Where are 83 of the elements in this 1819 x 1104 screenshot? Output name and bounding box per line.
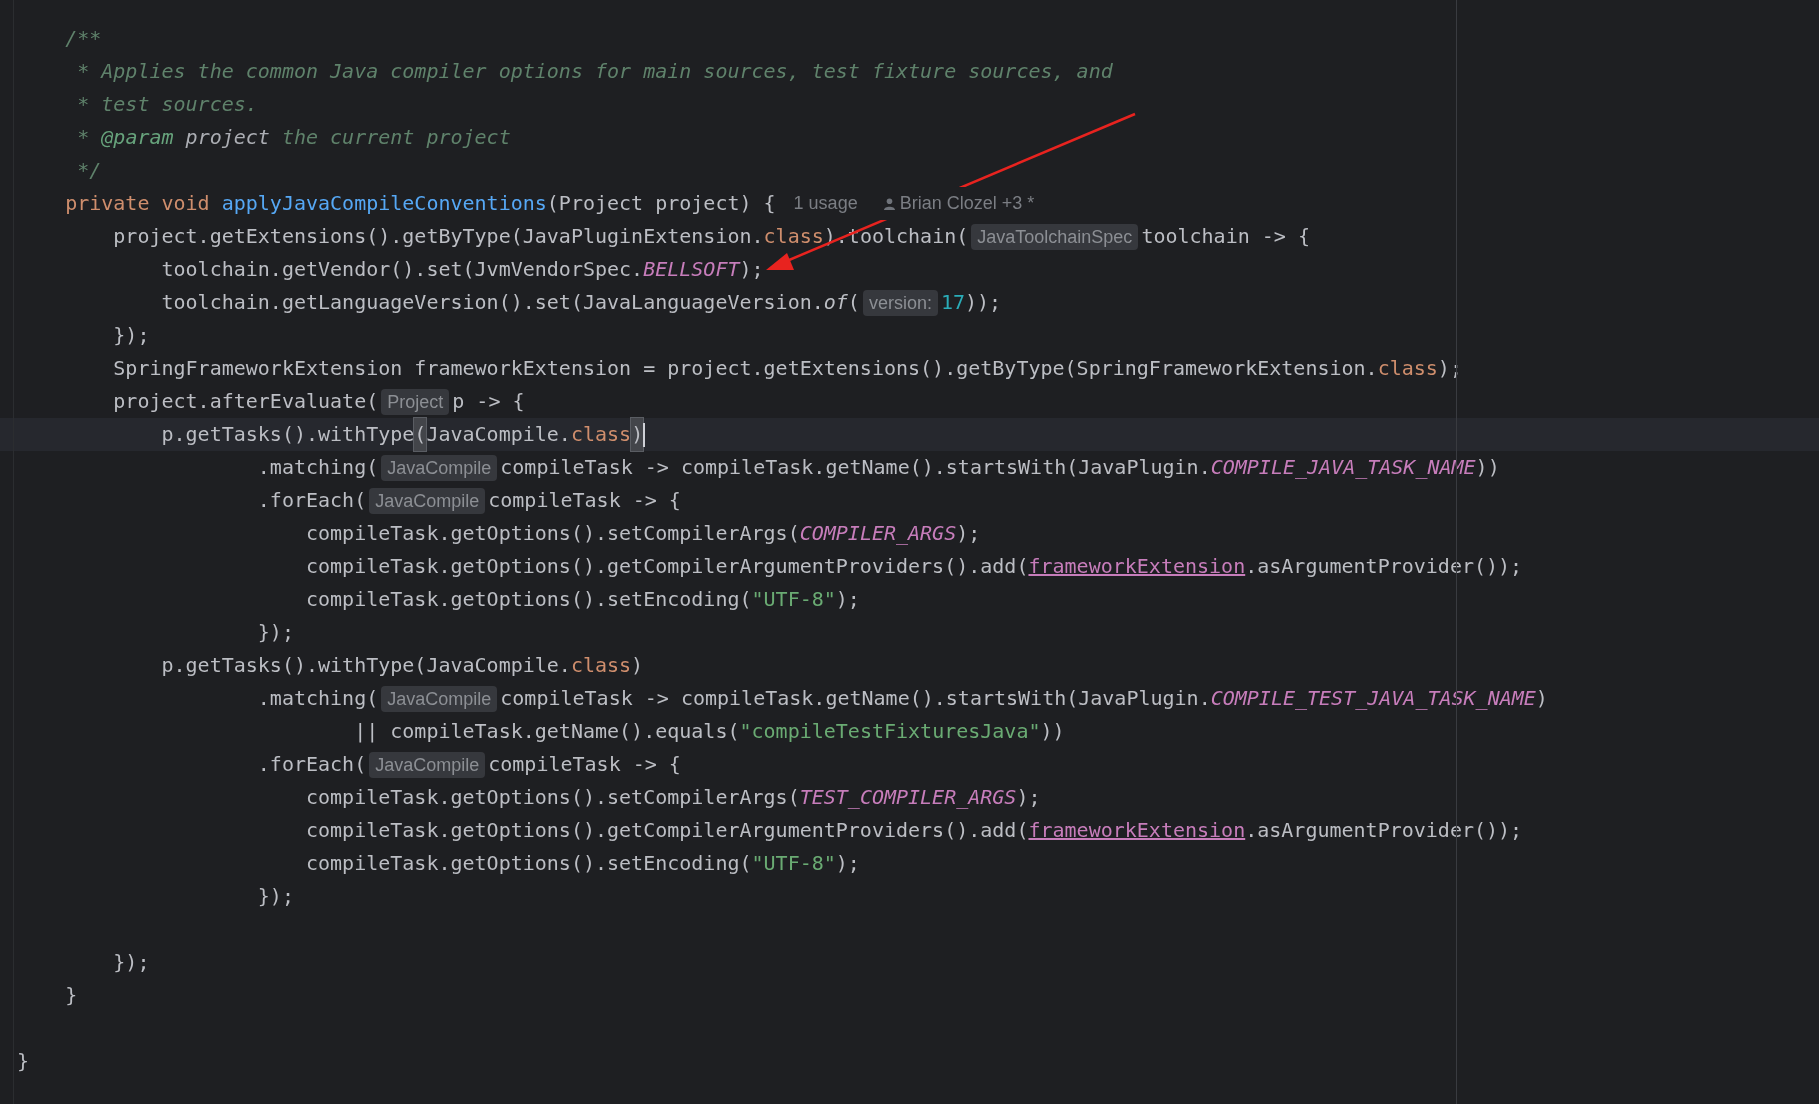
code-text: p.getTasks().withType(JavaCompile. (160, 652, 571, 679)
code-keyword: class (1377, 355, 1438, 382)
doc-comment: * test sources. (76, 91, 258, 118)
number-literal: 17 (940, 289, 965, 316)
code-text: .matching( (256, 685, 379, 712)
field-reference[interactable]: frameworkExtension (1028, 814, 1246, 847)
matched-bracket: ( (414, 418, 427, 451)
code-text: .asArgumentProvider()); (1245, 817, 1523, 844)
code-text: toolchain -> { (1141, 223, 1310, 250)
parameter-hint: JavaCompile (369, 487, 486, 514)
code-text: }); (112, 322, 150, 349)
code-text: || compileTask.getName().equals( (353, 718, 740, 745)
string-literal: "UTF-8" (751, 850, 836, 877)
constant-name: TEST_COMPILER_ARGS (799, 784, 1017, 811)
code-keyword: class (570, 652, 632, 679)
code-text: ( (847, 289, 860, 316)
code-editor[interactable] (0, 0, 1819, 1104)
code-text: compileTask -> compileTask.getName().startsWith(JavaPlugin. (500, 685, 1211, 712)
usage-hint[interactable]: 1 usage (793, 187, 858, 220)
code-text: .matching( (256, 454, 379, 481)
string-literal: "UTF-8" (751, 586, 836, 613)
constant-name: COMPILER_ARGS (799, 520, 957, 547)
code-text: compileTask.getOptions().getCompilerArgumentProviders().add( (305, 553, 1029, 580)
code-text: }); (112, 949, 150, 976)
parameter-hint: Project (381, 388, 450, 415)
code-text: }); (256, 883, 294, 910)
code-text: } (17, 1048, 30, 1075)
code-text: ); (956, 520, 981, 547)
parameter-hint: JavaToolchainSpec (971, 223, 1139, 250)
doc-comment: the current project (280, 124, 511, 151)
constant-name: COMPILE_TEST_JAVA_TASK_NAME (1210, 685, 1536, 712)
code-text: )); (965, 289, 1002, 316)
code-text: ); (835, 850, 860, 877)
code-text: .asArgumentProvider()); (1245, 553, 1523, 580)
code-text: project.getExtensions().getByType(JavaPluginExtension. (112, 223, 764, 250)
code-text: p.getTasks().withType (160, 421, 415, 448)
code-text: JavaCompile. (426, 421, 571, 448)
doc-comment: * Applies the common Java compiler options for main sources, test fixture sources, and (76, 58, 1113, 85)
doc-param-name: project (184, 124, 270, 151)
code-text: toolchain.getVendor().set(JvmVendorSpec. (160, 256, 644, 283)
doc-comment: */ (76, 157, 102, 184)
code-text: compileTask -> { (488, 751, 681, 778)
constant-name: COMPILE_JAVA_TASK_NAME (1210, 454, 1476, 481)
method-name: applyJavaCompileConventions (221, 190, 547, 217)
code-text: toolchain.getLanguageVersion().set(JavaLanguageVersion. (160, 289, 824, 316)
text-caret (643, 422, 646, 447)
code-text: compileTask -> { (488, 487, 681, 514)
constant-name: BELLSOFT (643, 256, 740, 283)
string-literal: "compileTestFixturesJava" (739, 718, 1041, 745)
doc-comment: * (76, 124, 91, 151)
code-text: )) (1040, 718, 1065, 745)
static-method: of (823, 289, 848, 316)
code-text: project.afterEvaluate( (112, 388, 379, 415)
parameter-hint: JavaCompile (369, 751, 486, 778)
person-icon (883, 197, 895, 210)
code-text: (Project project) { (546, 190, 776, 217)
code-text: compileTask.getOptions().setEncoding( (305, 586, 752, 613)
code-keyword: class (763, 223, 824, 250)
field-reference[interactable]: frameworkExtension (1028, 550, 1246, 583)
parameter-hint: version: (862, 289, 938, 316)
code-text: ) (631, 652, 644, 679)
code-text: .forEach( (256, 751, 367, 778)
code-text: ); (835, 586, 860, 613)
code-text: SpringFrameworkExtension frameworkExtension = project.getExtensions().getByType(SpringFrameworkExtension. (112, 355, 1378, 382)
matched-bracket: ) (631, 418, 644, 451)
code-text: compileTask -> compileTask.getName().startsWith(JavaPlugin. (500, 454, 1211, 481)
code-keyword: class (570, 421, 632, 448)
doc-comment: /** (64, 25, 102, 52)
doc-tag: @param (101, 121, 174, 154)
code-text: ); (1016, 784, 1041, 811)
code-text: p -> { (452, 388, 525, 415)
code-text: compileTask.getOptions().setEncoding( (305, 850, 752, 877)
code-keyword: private void (64, 190, 211, 217)
code-text: compileTask.getOptions().setCompilerArgs( (305, 520, 800, 547)
parameter-hint: JavaCompile (381, 685, 498, 712)
code-text: compileTask.getOptions().setCompilerArgs( (305, 784, 800, 811)
code-text: } (64, 982, 78, 1009)
code-text: .forEach( (256, 487, 367, 514)
parameter-hint: JavaCompile (381, 454, 498, 481)
code-text: ) (1535, 685, 1548, 712)
code-text: )) (1475, 454, 1500, 481)
code-text: }); (256, 619, 294, 646)
code-text: compileTask.getOptions().getCompilerArgumentProviders().add( (305, 817, 1029, 844)
